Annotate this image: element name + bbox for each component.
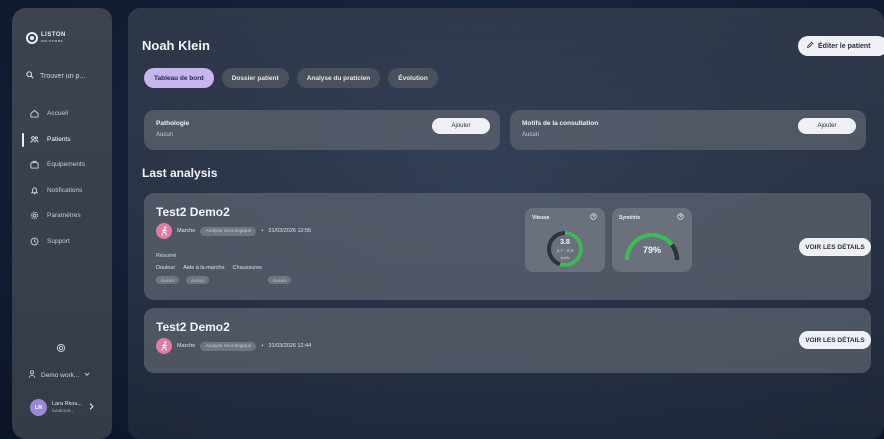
chevron-right-icon [89, 403, 94, 412]
sidebar-item-notifications[interactable]: Notifications [12, 178, 112, 204]
sidebar-item-label: Notifications [47, 186, 83, 194]
motifs-title: Motifs de la consultation [522, 120, 599, 127]
sidebar: LISTON SOLUTIONS Trouver un p... Accueil [12, 8, 112, 439]
sidebar-item-accueil[interactable]: Accueil [12, 101, 112, 127]
logo-icon [26, 32, 38, 44]
analysis-type: Marche [177, 343, 196, 349]
logo-sub: SOLUTIONS [41, 39, 64, 43]
vitesse-range: 2.7 - 6.6 [556, 248, 574, 253]
vitesse-metric: Vitesse 3.8 2.7 - 6.6 km/h [525, 208, 605, 272]
user-name: Lara Rkou... [52, 400, 82, 407]
workspace-label: Demo work... [41, 371, 80, 379]
walking-icon [156, 223, 172, 239]
edit-patient-button[interactable]: Éditer le patient [798, 36, 884, 56]
sidebar-item-support[interactable]: Support [12, 229, 112, 255]
motifs-value: Aucun [522, 132, 540, 138]
resume-label: Résumé [156, 253, 177, 259]
sidebar-item-parametres[interactable]: Paramètres [12, 203, 112, 229]
chevron-down-icon [84, 371, 90, 379]
sidebar-item-label: Patients [47, 135, 71, 143]
value-chaussures: Aucun [268, 276, 292, 284]
logo[interactable]: LISTON SOLUTIONS [26, 32, 66, 44]
separator: • [261, 343, 264, 349]
bell-icon [30, 186, 39, 195]
user-handle: larakouri... [52, 408, 75, 414]
support-icon [30, 237, 39, 246]
edit-icon [806, 41, 814, 51]
pathologie-value: Aucun [156, 132, 174, 138]
search-label: Trouver un p... [40, 72, 86, 80]
search-patient[interactable]: Trouver un p... [26, 71, 85, 81]
home-icon [30, 109, 39, 118]
value-douleur: Aucun [156, 276, 180, 284]
motifs-card: Motifs de la consultation Aucun Ajouter [510, 110, 866, 150]
tab-tableau-de-bord[interactable]: Tableau de bord [144, 68, 214, 88]
last-analysis-title: Last analysis [142, 166, 218, 180]
analysis-tag: Analyse neurologique [200, 226, 257, 236]
user-profile[interactable]: LR Lara Rkou... larakouri... [30, 399, 94, 416]
sidebar-item-label: Paramètres [47, 212, 81, 220]
analysis-card: Test2 Demo2 Marche Analyse neurologique … [144, 308, 871, 373]
field-douleur: Douleur [156, 265, 176, 271]
value-aide-marche: Aucun [186, 276, 210, 284]
sidebar-nav: Accueil Patients Equipements Notificatio… [12, 101, 112, 254]
tab-bar: Tableau de bord Dossier patient Analyse … [144, 68, 438, 88]
tab-analyse-praticien[interactable]: Analyse du praticien [296, 68, 381, 88]
symetrie-gauge [624, 232, 680, 261]
main-panel: Noah Klein Éditer le patient Tableau de … [128, 8, 884, 439]
symetrie-metric: Symétrie 79% [612, 208, 692, 272]
field-aide-marche: Aide à la marche [183, 265, 225, 271]
sidebar-item-patients[interactable]: Patients [12, 127, 112, 153]
summary-fields: Douleur Aide à la marche Chaussures [156, 265, 262, 271]
search-icon [26, 71, 34, 81]
analysis-meta: Marche Analyse neurologique • 31/03/2026… [156, 223, 311, 239]
add-motif-button[interactable]: Ajouter [798, 118, 856, 134]
logo-text: LISTON SOLUTIONS [41, 32, 66, 44]
avatar: LR [30, 399, 47, 416]
analysis-card: Test2 Demo2 Marche Analyse neurologique … [144, 193, 871, 300]
person-icon [28, 370, 36, 380]
analysis-title: Test2 Demo2 [156, 205, 230, 219]
sidebar-item-label: Support [47, 237, 70, 245]
vitesse-value: 3.8 [560, 239, 570, 246]
user-info: Lara Rkou... larakouri... [52, 401, 82, 415]
page-title: Noah Klein [142, 38, 210, 53]
settings-cog-icon[interactable] [56, 343, 66, 355]
tab-evolution[interactable]: Évolution [388, 68, 438, 88]
sidebar-item-label: Equipements [47, 161, 85, 169]
analysis-tag: Analyse neurologique [200, 341, 257, 351]
pathologie-title: Pathologie [156, 120, 190, 127]
separator: • [261, 228, 264, 234]
gear-icon [30, 211, 39, 220]
walking-icon [156, 338, 172, 354]
analysis-meta: Marche Analyse neurologique • 31/03/2026… [156, 338, 311, 354]
analysis-type: Marche [177, 228, 196, 234]
app-frame: LISTON SOLUTIONS Trouver un p... Accueil [12, 8, 884, 439]
sidebar-item-equipements[interactable]: Equipements [12, 152, 112, 178]
analysis-date: 31/03/2026 12:55 [268, 228, 312, 234]
view-details-button[interactable]: VOIR LES DÉTAILS [799, 238, 871, 256]
analysis-date: 31/03/2026 12:44 [268, 343, 312, 349]
analysis-title: Test2 Demo2 [156, 320, 230, 334]
vitesse-unit: km/h [560, 255, 570, 260]
add-pathologie-button[interactable]: Ajouter [432, 118, 490, 134]
field-chaussures: Chaussures [232, 265, 262, 271]
view-details-button[interactable]: VOIR LES DÉTAILS [799, 331, 871, 349]
symetrie-value: 79% [642, 245, 661, 255]
tab-dossier-patient[interactable]: Dossier patient [221, 68, 289, 88]
edit-patient-label: Éditer le patient [818, 42, 871, 50]
patients-icon [30, 135, 39, 144]
summary-values: Aucun Aucun Aucun [156, 276, 316, 286]
sidebar-item-label: Accueil [47, 110, 68, 118]
equipment-icon [30, 160, 39, 169]
workspace-selector[interactable]: Demo work... [28, 370, 90, 380]
pathologie-card: Pathologie Aucun Ajouter [144, 110, 500, 150]
